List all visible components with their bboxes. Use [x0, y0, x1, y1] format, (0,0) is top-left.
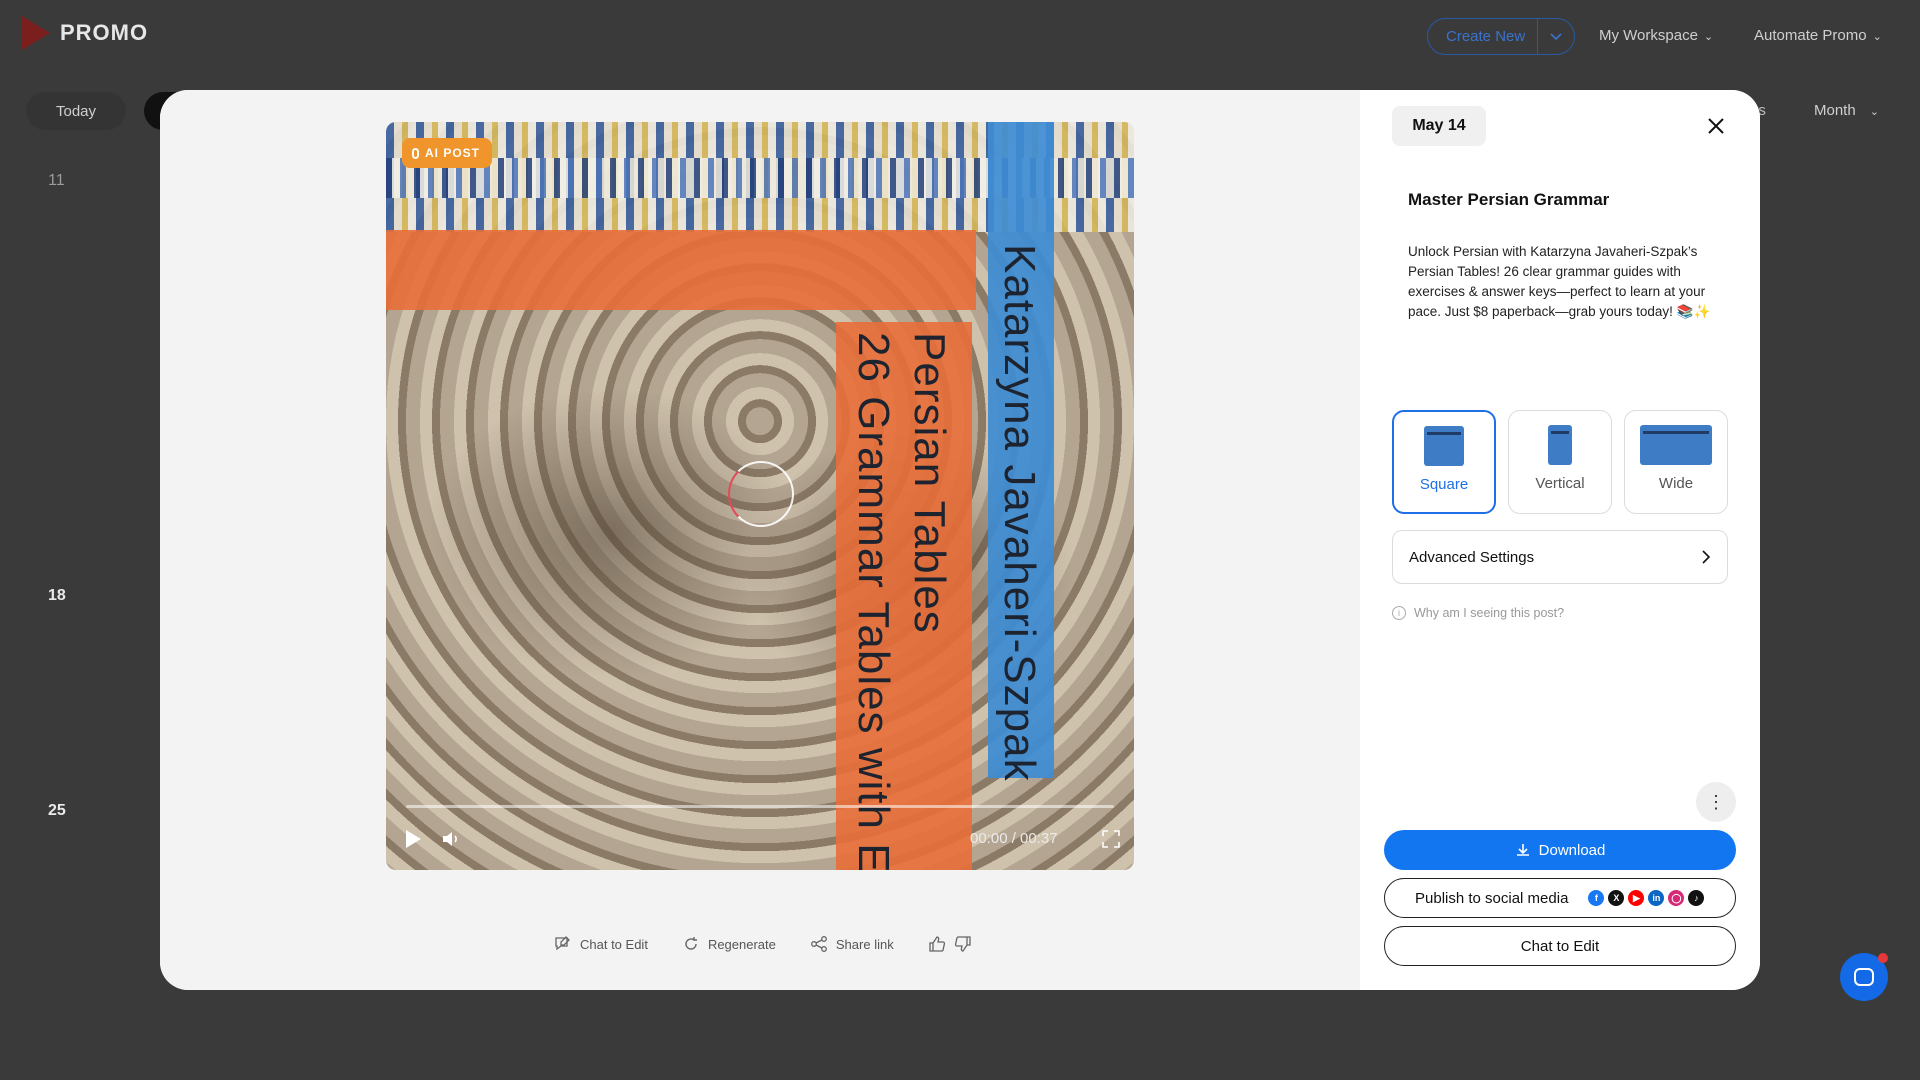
why-seeing-link[interactable]: i Why am I seeing this post?: [1392, 606, 1564, 620]
play-icon[interactable]: [406, 830, 421, 848]
week-number: 11: [48, 172, 65, 189]
facebook-icon: f: [1588, 890, 1605, 906]
regenerate-action[interactable]: Regenerate: [682, 935, 776, 953]
support-chat-button[interactable]: [1840, 953, 1888, 1001]
close-icon[interactable]: [1704, 114, 1728, 138]
chevron-down-icon: ⌄: [1869, 106, 1879, 118]
more-vertical-icon: ⋮: [1707, 791, 1725, 812]
video-title-text: Persian Tables: [905, 332, 954, 634]
why-seeing-label: Why am I seeing this post?: [1414, 606, 1565, 620]
publish-social-button[interactable]: Publish to social media f X ▶ in ◯ ♪: [1384, 878, 1736, 918]
more-options-button[interactable]: ⋮: [1696, 782, 1736, 822]
post-preview-modal: Katarzyna Javaheri-Szpak Persian Tables …: [160, 90, 1760, 990]
share-icon: [810, 936, 827, 952]
logo-icon: [22, 16, 50, 50]
month-view-select[interactable]: Month ⌄: [1814, 102, 1879, 119]
video-subtitle-text: 26 Grammar Tables with E: [849, 332, 898, 870]
fullscreen-icon[interactable]: [1102, 830, 1120, 848]
post-date: May 14: [1392, 106, 1486, 146]
feedback-buttons: [928, 935, 972, 953]
automate-promo-menu[interactable]: Automate Promo ⌄: [1754, 27, 1882, 44]
x-icon: X: [1608, 890, 1625, 906]
preview-pane: Katarzyna Javaheri-Szpak Persian Tables …: [160, 90, 1360, 990]
video-time: 00:00 / 00:37: [970, 830, 1058, 847]
create-new-button[interactable]: Create New: [1427, 18, 1575, 55]
top-bar: PROMO Create New My Workspace ⌄ Automate …: [0, 0, 1920, 72]
format-selector: Square Vertical Wide: [1392, 410, 1728, 514]
week-number: 25: [48, 802, 66, 819]
chevron-down-icon[interactable]: [1537, 19, 1574, 54]
microphone-icon: [412, 147, 419, 159]
volume-icon[interactable]: [440, 828, 462, 850]
format-wide-option[interactable]: Wide: [1624, 410, 1728, 514]
format-vertical-option[interactable]: Vertical: [1508, 410, 1612, 514]
share-link-action[interactable]: Share link: [810, 935, 894, 953]
post-title: Master Persian Grammar: [1408, 190, 1610, 209]
download-icon: [1516, 844, 1529, 856]
thumbs-up-icon[interactable]: [928, 935, 946, 953]
download-label: Download: [1538, 841, 1606, 859]
format-label: Square: [1419, 476, 1469, 493]
thumbs-down-icon[interactable]: [954, 935, 972, 953]
ai-post-badge: AI POST: [402, 138, 493, 168]
regenerate-label: Regenerate: [707, 936, 776, 952]
brand-name: PROMO: [60, 20, 149, 45]
format-square-option[interactable]: Square: [1392, 410, 1496, 514]
regenerate-icon: [685, 937, 697, 950]
download-button[interactable]: Download: [1384, 830, 1736, 870]
youtube-icon: ▶: [1628, 890, 1645, 906]
chat-to-edit-button[interactable]: Chat to Edit: [1384, 926, 1736, 966]
vertical-thumbnail-icon: [1548, 425, 1572, 465]
ai-post-label: AI POST: [425, 146, 481, 160]
automate-promo-label: Automate Promo: [1754, 27, 1867, 44]
share-link-label: Share link: [835, 936, 894, 952]
create-new-label: Create New: [1446, 28, 1526, 45]
post-caption: Unlock Persian with Katarzyna Javaheri-S…: [1408, 244, 1711, 319]
square-thumbnail-icon: [1424, 426, 1464, 466]
month-label: Month: [1814, 102, 1856, 119]
loading-spinner: [728, 461, 794, 527]
chat-to-edit-label: Chat to Edit: [580, 936, 648, 952]
my-workspace-label: My Workspace: [1599, 27, 1698, 44]
chevron-right-icon: [1702, 550, 1711, 564]
instagram-icon: ◯: [1668, 890, 1685, 906]
week-number: 18: [48, 587, 66, 604]
video-player[interactable]: Katarzyna Javaheri-Szpak Persian Tables …: [386, 122, 1134, 870]
chevron-down-icon: ⌄: [1703, 31, 1714, 43]
preview-actions: Chat to Edit Regenerate Share link: [554, 935, 972, 953]
overlay-band: [386, 230, 976, 310]
brand-logo[interactable]: PROMO: [22, 16, 148, 50]
chat-edit-icon: [555, 936, 570, 951]
video-author-text: Katarzyna Javaheri-Szpak: [995, 244, 1044, 782]
wide-thumbnail-icon: [1640, 425, 1712, 465]
advanced-settings-button[interactable]: Advanced Settings: [1392, 530, 1728, 584]
format-label: Vertical: [1535, 475, 1585, 492]
today-button[interactable]: Today: [26, 92, 126, 130]
advanced-settings-label: Advanced Settings: [1409, 548, 1535, 566]
linkedin-icon: in: [1648, 890, 1665, 906]
notification-dot: [1878, 953, 1888, 963]
post-details-panel: May 14 Master Persian Grammar Unlock Per…: [1360, 90, 1760, 990]
tiktok-icon: ♪: [1688, 890, 1705, 906]
social-icons: f X ▶ in ◯ ♪: [1588, 890, 1705, 906]
chat-to-edit-action[interactable]: Chat to Edit: [554, 935, 648, 953]
info-icon: i: [1392, 606, 1406, 620]
my-workspace-menu[interactable]: My Workspace ⌄: [1599, 27, 1713, 44]
video-progress-bar[interactable]: [406, 805, 1114, 808]
chat-bubble-icon: [1854, 968, 1874, 986]
chevron-down-icon: ⌄: [1872, 31, 1882, 43]
format-label: Wide: [1658, 475, 1694, 492]
publish-label: Publish to social media: [1415, 889, 1569, 907]
